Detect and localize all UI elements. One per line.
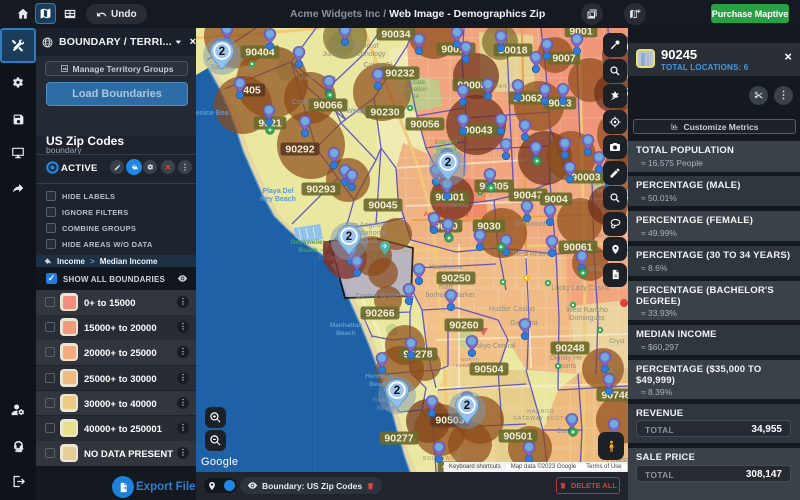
svg-text:90043: 90043	[463, 125, 492, 137]
svg-text:90293: 90293	[306, 184, 335, 196]
svg-text:90250: 90250	[441, 273, 470, 285]
svg-text:90504: 90504	[474, 364, 503, 376]
svg-text:Costco Wholesal: Costco Wholesal	[356, 293, 409, 300]
svg-text:Hawthorne: Hawthorne	[429, 264, 463, 271]
svg-text:90066: 90066	[313, 100, 342, 112]
svg-text:90045: 90045	[368, 200, 397, 212]
svg-text:NORTH: NORTH	[461, 357, 479, 362]
svg-text:Dignity He: Dignity He	[550, 355, 582, 362]
svg-text:9007: 9007	[552, 53, 576, 65]
svg-text:Recreation: Recreation	[396, 86, 428, 93]
svg-text:405: 405	[243, 85, 261, 97]
svg-text:The Museum of: The Museum of	[330, 43, 379, 50]
svg-text:Beach: Beach	[298, 247, 318, 254]
svg-text:90260: 90260	[449, 320, 478, 332]
svg-text:Lucky Lady Casino: Lucky Lady Casino	[551, 285, 610, 292]
svg-text:eth State: eth State	[399, 79, 425, 86]
svg-text:90232: 90232	[385, 68, 414, 80]
svg-text:90003: 90003	[571, 172, 600, 184]
svg-text:West Athens: West Athens	[512, 251, 552, 258]
svg-text:90292: 90292	[285, 144, 314, 156]
svg-text:Dominguez: Dominguez	[569, 315, 605, 322]
svg-text:90047: 90047	[513, 190, 542, 202]
svg-text:HARBOR: HARBOR	[527, 409, 554, 415]
svg-text:90230: 90230	[370, 107, 399, 119]
svg-text:Manhattan: Manhattan	[330, 322, 363, 329]
svg-text:90277: 90277	[384, 433, 413, 445]
svg-text:Dockweiler: Dockweiler	[291, 239, 326, 246]
svg-text:Venice Bea: Venice Bea	[196, 110, 229, 117]
svg-text:90034: 90034	[381, 29, 410, 41]
svg-text:9004: 9004	[544, 194, 568, 206]
svg-text:✈: ✈	[382, 244, 388, 251]
svg-text:Hustler Casino: Hustler Casino	[489, 306, 535, 313]
svg-text:Beach: Beach	[336, 330, 356, 337]
svg-text:90056: 90056	[410, 119, 439, 131]
svg-text:Area: Area	[405, 93, 419, 100]
svg-text:Jurassic Technology: Jurassic Technology	[323, 51, 386, 58]
svg-text:90266: 90266	[365, 308, 394, 320]
svg-text:Edward: Edward	[435, 139, 457, 146]
svg-text:Cryst: Cryst	[609, 338, 624, 345]
svg-text:90248: 90248	[555, 343, 584, 355]
svg-text:Rey Beach: Rey Beach	[260, 196, 296, 203]
svg-text:Playa Del: Playa Del	[262, 188, 293, 195]
svg-text:Westmont: Westmont	[514, 221, 545, 228]
svg-text:GATEWAY SOUTH: GATEWAY SOUTH	[513, 416, 569, 422]
svg-text:90501: 90501	[503, 431, 532, 443]
svg-text:Tokyo Central: Tokyo Central	[473, 343, 516, 350]
